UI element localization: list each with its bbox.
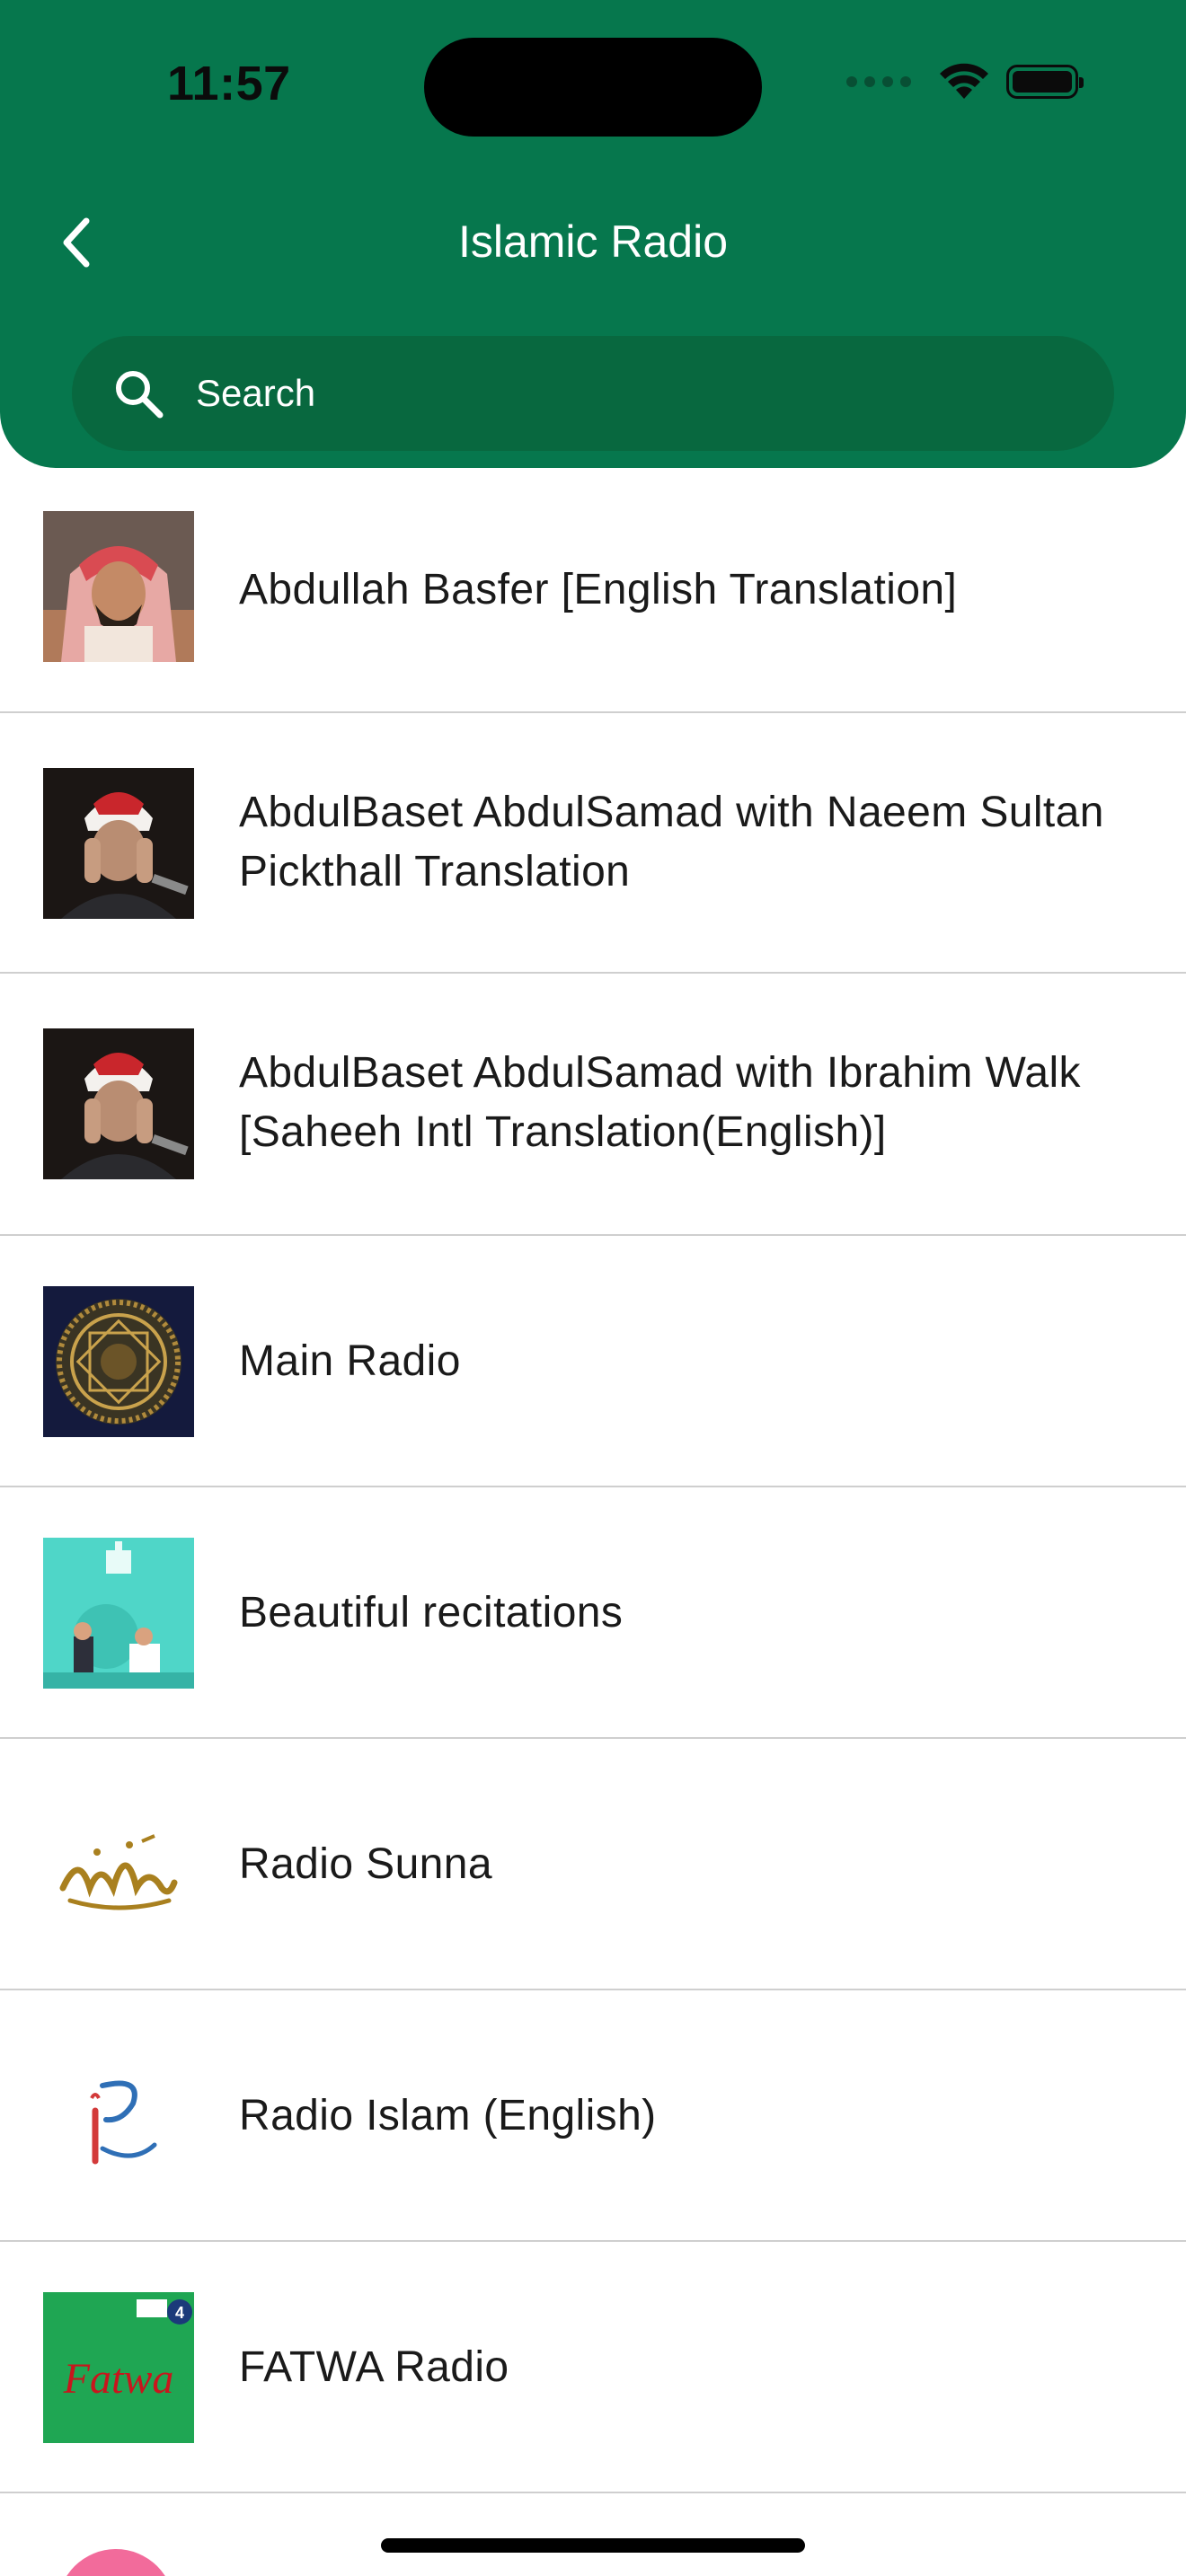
list-item[interactable]: AbdulBaset AbdulSamad with Naeem Sultan … bbox=[0, 713, 1186, 974]
fatwa-logo-text: Fatwa bbox=[63, 2355, 174, 2403]
page-title: Islamic Radio bbox=[457, 216, 729, 267]
station-thumbnail bbox=[43, 1286, 194, 1437]
battery-icon bbox=[1006, 65, 1084, 99]
search-input[interactable] bbox=[194, 371, 1006, 416]
station-thumbnail bbox=[43, 1538, 194, 1689]
station-thumbnail bbox=[43, 511, 194, 662]
cellular-signal-icon bbox=[846, 76, 911, 87]
home-indicator[interactable] bbox=[381, 2538, 805, 2553]
station-thumbnail bbox=[43, 2041, 194, 2192]
header: 11:57 Islamic Radio bbox=[0, 0, 1186, 468]
list-item[interactable]: Main Radio bbox=[0, 1236, 1186, 1487]
search-bar[interactable] bbox=[72, 336, 1114, 451]
list-item[interactable]: Abdullah Basfer [English Translation] bbox=[0, 468, 1186, 713]
list-item[interactable]: Beautiful recitations bbox=[0, 1487, 1186, 1739]
search-icon bbox=[110, 365, 167, 422]
station-title: FATWA Radio bbox=[239, 2343, 509, 2391]
nav-bar: Islamic Radio bbox=[0, 198, 1186, 287]
station-title: Radio Islam (English) bbox=[239, 2092, 657, 2139]
station-list: Abdullah Basfer [English Translation] Ab… bbox=[0, 468, 1186, 2493]
list-item[interactable]: Radio Islam (English) bbox=[0, 1990, 1186, 2242]
station-thumbnail bbox=[43, 1028, 194, 1179]
next-station-thumbnail-peek bbox=[58, 2549, 174, 2576]
list-item[interactable]: 4 Fatwa FATWA Radio bbox=[0, 2242, 1186, 2493]
station-thumbnail bbox=[43, 1789, 194, 1940]
status-icons bbox=[846, 63, 1084, 101]
dynamic-island bbox=[424, 38, 762, 137]
screen: 11:57 Islamic Radio Search Abdullah Basf… bbox=[0, 0, 1186, 2576]
list-item[interactable]: AbdulBaset AbdulSamad with Ibrahim Walk … bbox=[0, 974, 1186, 1236]
station-title: AbdulBaset AbdulSamad with Naeem Sultan … bbox=[239, 789, 1104, 895]
bbc-badge: 4 bbox=[175, 2304, 184, 2322]
station-thumbnail: 4 Fatwa bbox=[43, 2292, 194, 2443]
wifi-icon bbox=[940, 63, 988, 99]
station-thumbnail bbox=[43, 768, 194, 919]
station-title: Beautiful recitations bbox=[239, 1589, 624, 1636]
status-time: 11:57 bbox=[167, 57, 291, 110]
list-item[interactable]: Radio Sunna bbox=[0, 1739, 1186, 1990]
station-title: Main Radio bbox=[239, 1337, 461, 1385]
station-title: Abdullah Basfer [English Translation] bbox=[239, 566, 958, 613]
station-title: AbdulBaset AbdulSamad with Ibrahim Walk … bbox=[239, 1049, 1081, 1156]
station-title: Radio Sunna bbox=[239, 1840, 492, 1888]
